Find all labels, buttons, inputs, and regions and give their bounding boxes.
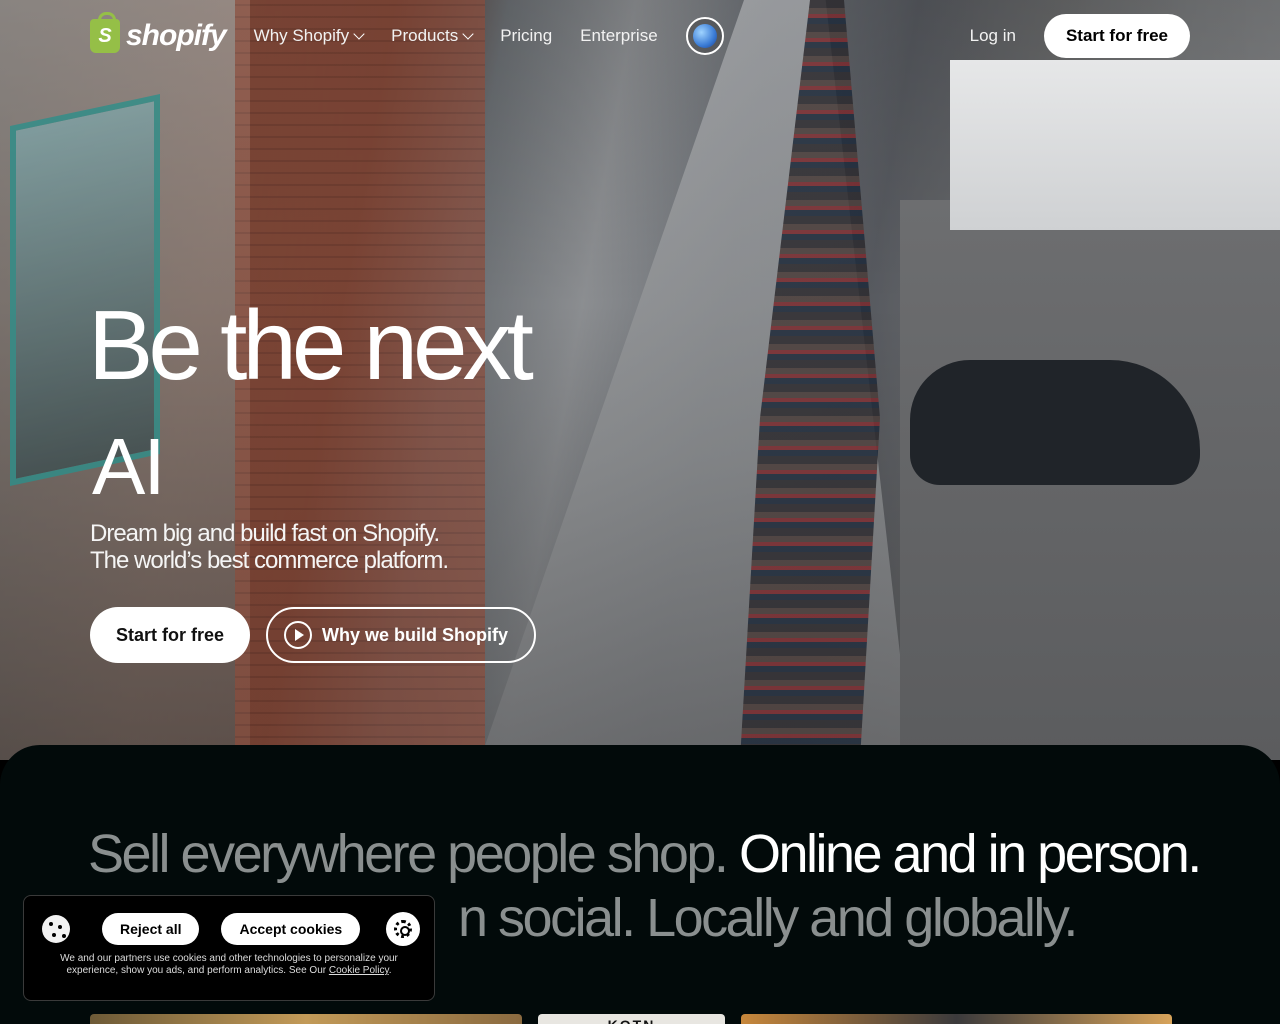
hero-rotating-word: AI (92, 422, 166, 511)
nav-why-shopify[interactable]: Why Shopify (253, 26, 365, 46)
nav-pricing[interactable]: Pricing (500, 26, 552, 46)
hero-cta-group: Start for free Why we build Shopify (90, 607, 537, 663)
site-header: S shopify Why Shopify Products Pricing E… (0, 0, 1280, 72)
why-we-build-label: Why we build Shopify (322, 624, 509, 645)
gear-icon (394, 920, 412, 938)
accept-cookies-button[interactable]: Accept cookies (221, 913, 361, 945)
shopify-bag-icon: S (90, 12, 120, 53)
start-for-free-header-button[interactable]: Start for free (1043, 14, 1190, 58)
hero-car (910, 360, 1200, 485)
chevron-down-icon (353, 28, 365, 40)
nav-why-shopify-label: Why Shopify (253, 26, 350, 45)
merchant-thumbnail[interactable] (90, 1014, 522, 1024)
login-link[interactable]: Log in (970, 26, 1016, 46)
cookie-policy-link[interactable]: Cookie Policy (329, 965, 389, 976)
shopify-logo[interactable]: S shopify (90, 12, 227, 53)
play-icon (284, 621, 313, 649)
cookie-period: . (388, 965, 392, 976)
why-we-build-shopify-button[interactable]: Why we build Shopify (266, 607, 537, 663)
cookie-banner: Reject all Accept cookies We and our par… (23, 895, 435, 1001)
hero-title: Be the next (88, 290, 534, 400)
hero-sidewalk (480, 0, 912, 760)
nav-products-label: Products (391, 26, 459, 45)
nav-enterprise-label: Enterprise (580, 26, 658, 45)
merchant-thumbnail-kotn[interactable]: KOTN (538, 1014, 725, 1024)
sell-heading-part1: Sell everywhere people shop. (88, 824, 729, 884)
chevron-down-icon (462, 28, 474, 40)
cookie-description: We and our partners use cookies and othe… (50, 953, 408, 977)
nav-pricing-label: Pricing (500, 26, 553, 45)
hero-building-right (950, 60, 1280, 230)
cookie-icon (42, 915, 70, 943)
sell-heading-part2: Online and in person. (738, 824, 1202, 884)
hero-subtitle-line1: Dream big and build fast on Shopify. (90, 520, 440, 547)
nav-products[interactable]: Products (391, 26, 474, 46)
main-nav: Why Shopify Products Pricing Enterprise (254, 17, 724, 55)
merchant-thumbnails: KOTN (90, 1014, 1172, 1024)
sell-heading-part3: n social. Locally and globally. (458, 888, 1078, 948)
nav-enterprise[interactable]: Enterprise (580, 26, 657, 46)
logo-text: shopify (126, 19, 227, 52)
start-for-free-button[interactable]: Start for free (90, 607, 251, 663)
cookie-actions: Reject all Accept cookies (42, 912, 420, 946)
header-actions: Log in Start for free (970, 14, 1190, 58)
reject-all-button[interactable]: Reject all (102, 913, 200, 945)
merchant-thumbnail[interactable] (741, 1014, 1172, 1024)
ai-assistant-icon (692, 24, 717, 48)
hero-subtitle: Dream big and build fast on Shopify. The… (90, 520, 449, 574)
cookie-settings-button[interactable] (386, 912, 420, 946)
hero-subtitle-line2: The world’s best commerce platform. (90, 547, 449, 574)
ai-assistant-button[interactable] (685, 17, 724, 55)
